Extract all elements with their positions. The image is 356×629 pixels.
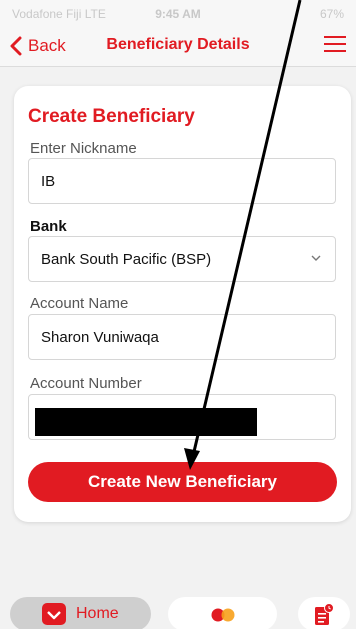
account-number-label: Account Number xyxy=(30,375,142,392)
nickname-input[interactable]: IB xyxy=(28,158,336,204)
account-name-label: Account Name xyxy=(30,295,129,312)
bottom-tab-bar: Home xyxy=(0,594,356,629)
redaction-block xyxy=(35,408,257,436)
tab-cards[interactable] xyxy=(168,597,277,629)
bank-select[interactable]: Bank South Pacific (BSP) xyxy=(28,236,336,282)
account-number-input[interactable] xyxy=(28,394,336,440)
nickname-label: Enter Nickname xyxy=(30,140,137,157)
nickname-value: IB xyxy=(41,173,56,190)
document-clock-icon xyxy=(315,603,334,625)
screen: Vodafone Fiji LTE 9:45 AM 67% Back Benef… xyxy=(0,0,356,629)
account-name-input[interactable]: Sharon Vuniwaqa xyxy=(28,314,336,360)
account-name-value: Sharon Vuniwaqa xyxy=(41,329,159,346)
bank-label: Bank xyxy=(30,218,67,235)
status-time: 9:45 AM xyxy=(155,7,201,21)
create-new-beneficiary-button[interactable]: Create New Beneficiary xyxy=(28,462,337,502)
tab-documents[interactable] xyxy=(298,597,350,629)
create-beneficiary-card: Create Beneficiary Enter Nickname IB Ban… xyxy=(14,86,351,522)
page-title: Beneficiary Details xyxy=(106,36,250,53)
tab-home-label: Home xyxy=(76,605,119,622)
home-icon xyxy=(42,603,66,625)
form-title: Create Beneficiary xyxy=(28,106,195,127)
battery-label: 67% xyxy=(319,7,344,21)
status-bar: Vodafone Fiji LTE 9:45 AM 67% xyxy=(0,0,356,26)
bank-value: Bank South Pacific (BSP) xyxy=(41,251,212,268)
mastercard-icon xyxy=(211,608,235,622)
hamburger-menu-icon[interactable] xyxy=(324,36,346,54)
chevron-down-icon xyxy=(311,255,321,261)
nav-bar: Back Beneficiary Details xyxy=(0,26,356,67)
tab-home[interactable]: Home xyxy=(10,597,151,629)
